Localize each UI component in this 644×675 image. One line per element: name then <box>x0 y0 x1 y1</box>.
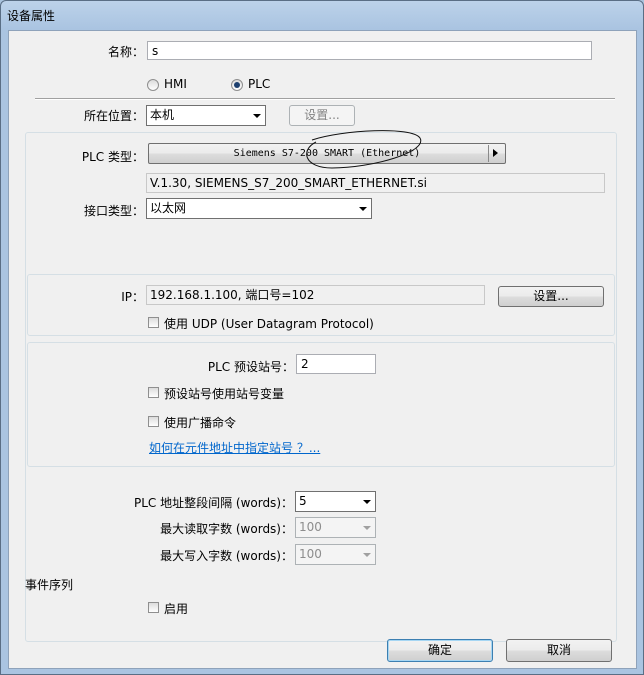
max-read-label: 最大读取字数 (words)： <box>160 522 293 536</box>
interval-select[interactable]: 5 <box>295 491 376 512</box>
chevron-right-icon <box>493 149 498 157</box>
event-section-label: 事件序列 <box>25 578 74 592</box>
plc-driver-info: V.1.30, SIEMENS_S7_200_SMART_ETHERNET.si <box>146 173 605 193</box>
interval-label: PLC 地址整段间隔 (words)： <box>133 496 293 510</box>
station-input[interactable]: 2 <box>296 354 376 374</box>
chevron-down-icon <box>363 553 371 557</box>
separator <box>35 98 615 100</box>
station-help-link[interactable]: 如何在元件地址中指定站号 ？... <box>149 439 320 456</box>
station-label: PLC 预设站号： <box>207 360 294 374</box>
interface-select[interactable]: 以太网 <box>146 198 372 219</box>
max-read-value: 100 <box>299 520 322 534</box>
location-label: 所在位置： <box>83 109 144 123</box>
event-enable-checkbox[interactable] <box>148 602 159 613</box>
hmi-radio[interactable] <box>147 79 159 91</box>
location-select[interactable]: 本机 <box>146 105 266 126</box>
cancel-button[interactable]: 取消 <box>506 639 612 662</box>
divider <box>488 145 489 162</box>
broadcast-checkbox-label: 使用广播命令 <box>164 416 237 430</box>
chevron-down-icon <box>359 207 367 211</box>
station-variable-checkbox-label: 预设站号使用站号变量 <box>164 387 285 401</box>
location-settings-button[interactable]: 设置... <box>289 105 355 126</box>
plc-type-label: PLC 类型： <box>81 150 144 164</box>
interface-value: 以太网 <box>150 201 187 215</box>
ip-value: 192.168.1.100, 端口号=102 <box>146 285 485 305</box>
dialog-window: 设备属性 名称： s HMI PLC 所在位置： 本机 设置... PLC 类型… <box>0 0 644 675</box>
ip-label: IP： <box>121 290 144 304</box>
interface-label: 接口类型： <box>83 204 144 218</box>
station-variable-checkbox[interactable] <box>148 387 159 398</box>
location-value: 本机 <box>150 108 175 122</box>
max-write-label: 最大写入字数 (words)： <box>160 549 293 563</box>
window-title: 设备属性 <box>7 9 56 23</box>
interval-value: 5 <box>299 494 307 508</box>
max-read-select[interactable]: 100 <box>295 517 376 538</box>
chevron-down-icon <box>253 114 261 118</box>
broadcast-checkbox[interactable] <box>148 416 159 427</box>
hmi-radio-label: HMI <box>164 77 187 91</box>
ip-settings-button[interactable]: 设置... <box>498 286 604 307</box>
chevron-down-icon <box>363 526 371 530</box>
max-write-select[interactable]: 100 <box>295 544 376 565</box>
ok-button[interactable]: 确定 <box>387 639 493 662</box>
udp-checkbox-label: 使用 UDP (User Datagram Protocol) <box>164 317 374 331</box>
plc-radio[interactable] <box>231 79 243 91</box>
udp-checkbox[interactable] <box>148 317 159 328</box>
dialog-client: 名称： s HMI PLC 所在位置： 本机 设置... PLC 类型： Sie… <box>8 30 637 669</box>
name-label: 名称： <box>107 45 144 59</box>
event-enable-checkbox-label: 启用 <box>164 602 189 616</box>
plc-radio-label: PLC <box>248 77 271 91</box>
name-input[interactable]: s <box>147 41 592 60</box>
hand-drawn-circle-annotation <box>306 130 422 169</box>
chevron-down-icon <box>363 500 371 504</box>
max-write-value: 100 <box>299 547 322 561</box>
